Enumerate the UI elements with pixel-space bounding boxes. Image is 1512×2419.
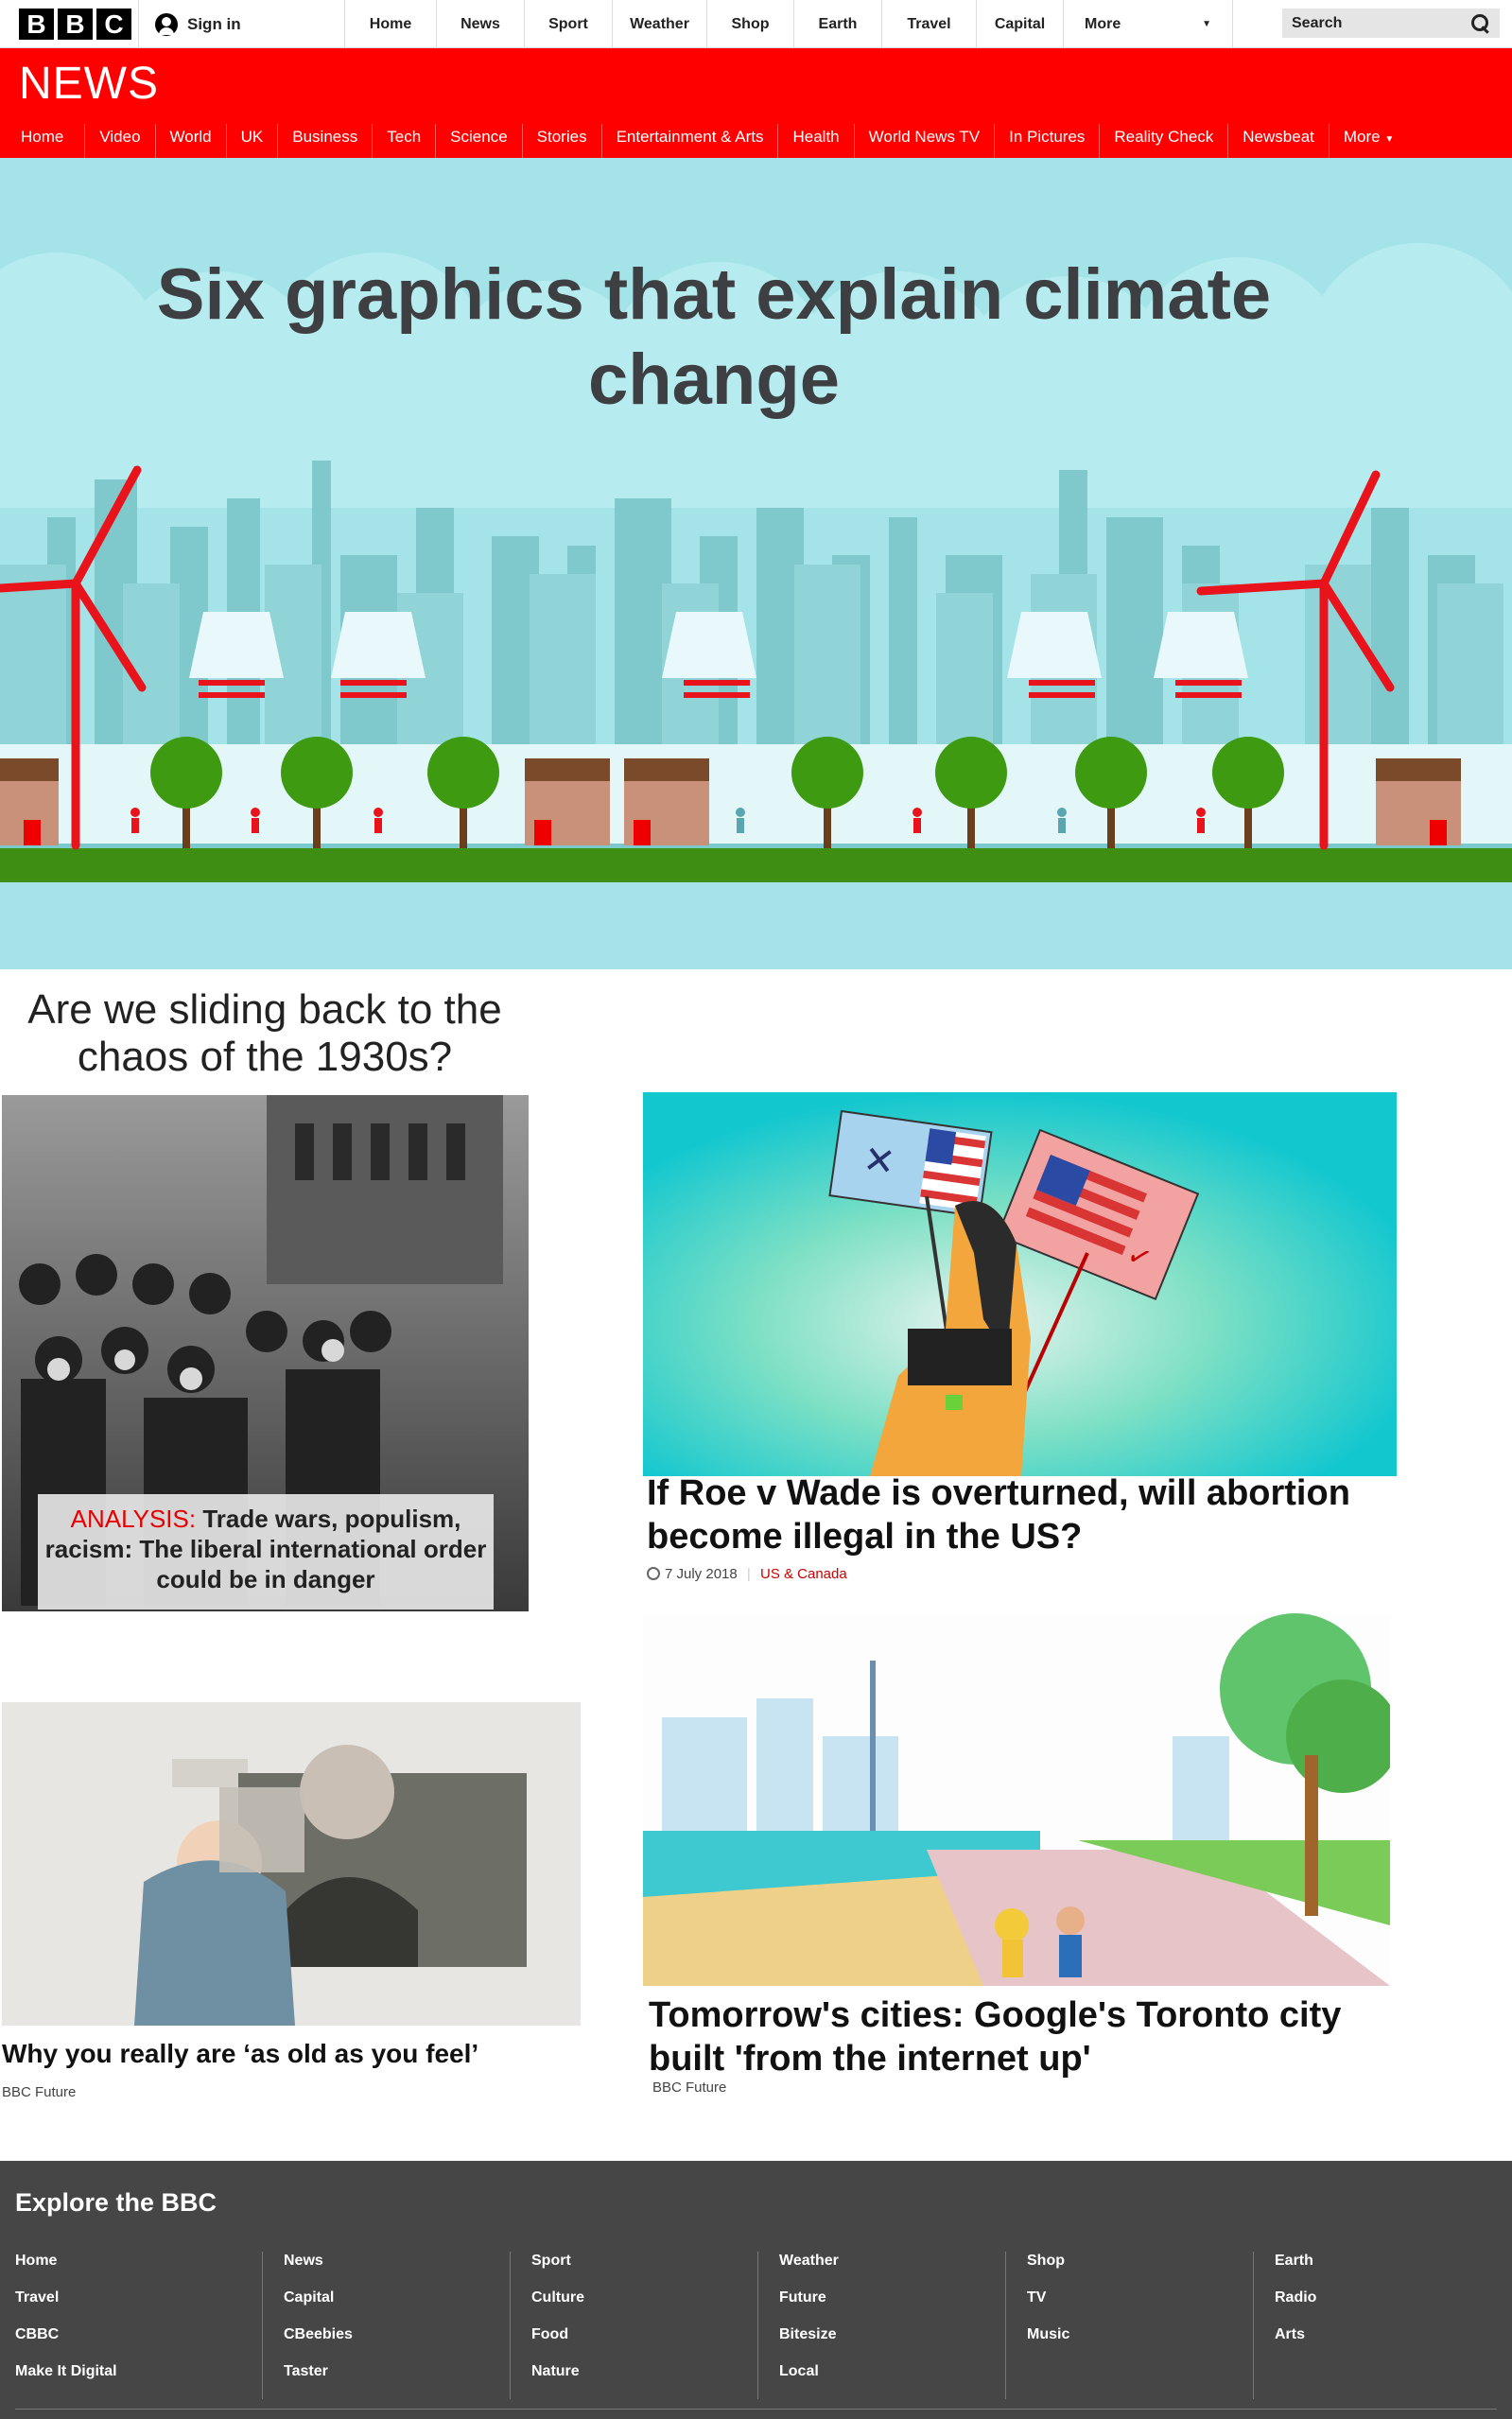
footer-link[interactable]: Local [758, 2362, 996, 2399]
article-toronto-image[interactable] [643, 1613, 1390, 1986]
footer-link[interactable]: Taster [263, 2362, 500, 2399]
footer-links: Home Travel CBBC Make It Digital News Ca… [15, 2252, 1502, 2399]
signin-link[interactable]: Sign in [155, 13, 241, 36]
news-nav-item[interactable]: Business [277, 124, 372, 158]
search-label: Search [1292, 14, 1343, 31]
global-nav-item[interactable]: Travel [881, 0, 976, 48]
global-nav-item[interactable]: Home [344, 0, 436, 48]
news-header: NEWS Home Video World UK Business Tech S… [0, 48, 1512, 165]
news-nav-item[interactable]: World News TV [853, 124, 994, 158]
global-header: B B C Sign in Home News Sport Weather Sh… [0, 0, 1512, 48]
footer-link[interactable]: CBBC [15, 2325, 252, 2362]
footer-link[interactable]: Sport [511, 2252, 748, 2288]
more-label: More [1085, 16, 1121, 32]
search-icon[interactable] [1471, 13, 1490, 33]
global-nav-item[interactable]: Sport [524, 0, 612, 48]
footer-column: Earth Radio Arts [1254, 2252, 1502, 2399]
news-more-button[interactable]: More ▼ [1328, 124, 1408, 158]
footer-link[interactable]: Make It Digital [15, 2362, 252, 2399]
logo-letter: B [19, 9, 54, 40]
analysis-tag: ANALYSIS: [70, 1505, 197, 1533]
news-nav-item[interactable]: Video [84, 124, 154, 158]
news-logo[interactable]: NEWS [19, 58, 159, 110]
footer-link[interactable]: Culture [511, 2288, 748, 2325]
news-nav-item[interactable]: Health [777, 124, 853, 158]
news-nav-item[interactable]: Entertainment & Arts [600, 124, 778, 158]
news-nav: Home Video World UK Business Tech Scienc… [0, 124, 1408, 165]
news-nav-item[interactable]: Science [435, 124, 521, 158]
footer-link[interactable]: Food [511, 2325, 748, 2362]
hero-headline[interactable]: Six graphics that explain climate change [113, 252, 1314, 423]
global-nav-item[interactable]: News [436, 0, 524, 48]
footer-column: Weather Future Bitesize Local [758, 2252, 1006, 2399]
footer-title: Explore the BBC [15, 2188, 217, 2217]
footer-link[interactable]: Earth [1254, 2252, 1492, 2288]
footer-link[interactable]: Travel [15, 2288, 252, 2325]
footer-link[interactable]: CBeebies [263, 2325, 500, 2362]
footer-link[interactable]: Capital [263, 2288, 500, 2325]
footer-link[interactable]: Home [15, 2252, 252, 2288]
footer-link[interactable]: Shop [1006, 2252, 1243, 2288]
footer-column: News Capital CBeebies Taster [263, 2252, 511, 2399]
article-toronto-source[interactable]: BBC Future [652, 2080, 726, 2096]
footer-divider [15, 2409, 1497, 2410]
news-nav-item[interactable]: Tech [372, 124, 435, 158]
article-1930s-title[interactable]: Are we sliding back to the chaos of the … [0, 986, 530, 1081]
hero-climate[interactable]: Six graphics that explain climate change [0, 158, 1512, 969]
global-nav-item[interactable]: Weather [612, 0, 706, 48]
more-label: More [1343, 128, 1381, 146]
global-more-button[interactable]: More ▼ [1063, 0, 1233, 48]
news-nav-item[interactable]: In Pictures [994, 124, 1099, 158]
news-nav-item[interactable]: Newsbeat [1227, 124, 1329, 158]
footer-link[interactable]: Music [1006, 2325, 1243, 2362]
city-illustration [643, 1613, 1390, 1986]
footer-column: Shop TV Music [1006, 2252, 1254, 2399]
logo-letter: C [96, 9, 131, 40]
search-input[interactable]: Search [1282, 9, 1500, 38]
footer-column: Home Travel CBBC Make It Digital [15, 2252, 263, 2399]
news-nav-item[interactable]: World [154, 124, 226, 158]
news-nav-item-home[interactable]: Home [0, 124, 84, 165]
user-icon [155, 13, 178, 36]
footer-link[interactable]: Future [758, 2288, 996, 2325]
news-nav-item[interactable]: Reality Check [1099, 124, 1227, 158]
global-nav: Home News Sport Weather Shop Earth Trave… [344, 0, 1233, 48]
news-nav-item[interactable]: Stories [521, 124, 601, 158]
news-nav-item[interactable]: UK [225, 124, 278, 158]
bbc-logo[interactable]: B B C [19, 9, 131, 40]
article-old-title[interactable]: Why you really are ‘as old as you feel’ [2, 2037, 588, 2071]
footer-link[interactable]: Arts [1254, 2325, 1492, 2362]
article-roe-meta: 7 July 2018 | US & Canada [647, 1566, 847, 1582]
footer-column: Sport Culture Food Nature [511, 2252, 758, 2399]
article-roe-title[interactable]: If Roe v Wade is overturned, will aborti… [647, 1471, 1403, 1558]
footer-link[interactable]: News [263, 2252, 500, 2288]
caret-down-icon: ▼ [1202, 19, 1211, 29]
footer-link[interactable]: Radio [1254, 2288, 1492, 2325]
divider [138, 0, 139, 48]
article-1930s-caption[interactable]: ANALYSIS: Trade wars, populism, racism: … [38, 1494, 494, 1610]
couple-photo [2, 1702, 581, 2026]
explore-footer: Explore the BBC Home Travel CBBC Make It… [0, 2161, 1512, 2419]
protester-illustration: ✕ ✓ [643, 1092, 1397, 1476]
caret-down-icon: ▼ [1384, 134, 1395, 145]
article-toronto-title[interactable]: Tomorrow's cities: Google's Toronto city… [649, 1993, 1396, 2080]
global-nav-item[interactable]: Shop [706, 0, 793, 48]
footer-link[interactable]: Nature [511, 2362, 748, 2399]
footer-link[interactable]: Bitesize [758, 2325, 996, 2362]
section-link[interactable]: US & Canada [760, 1566, 847, 1582]
logo-letter: B [58, 9, 93, 40]
global-nav-item[interactable]: Capital [976, 0, 1063, 48]
svg-text:✕: ✕ [860, 1139, 897, 1184]
clock-icon [647, 1567, 660, 1580]
footer-link[interactable]: Weather [758, 2252, 996, 2288]
global-nav-item[interactable]: Earth [793, 0, 881, 48]
article-old-image[interactable] [2, 1702, 581, 2026]
article-old-source[interactable]: BBC Future [2, 2084, 76, 2100]
article-roe-image[interactable]: ✕ ✓ [643, 1092, 1397, 1476]
signin-label: Sign in [187, 15, 241, 33]
footer-link[interactable]: TV [1006, 2288, 1243, 2325]
article-date: 7 July 2018 [665, 1566, 738, 1582]
